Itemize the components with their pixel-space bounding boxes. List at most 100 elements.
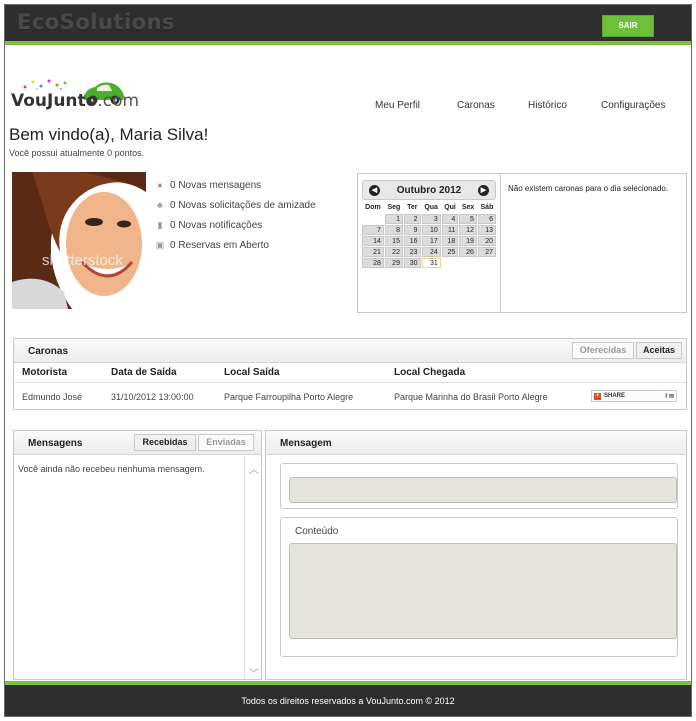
scroll-up-icon[interactable]: ︿ [249,461,259,476]
calendar-day[interactable]: 28 [362,258,384,268]
photo-watermark: shutterstock [42,252,123,269]
calendar-month: Outubro 2012 [396,185,462,196]
scrollbar-track[interactable] [244,457,245,679]
page-frame: EcoSolutions SAIR VouJunto.com Meu Perfi… [4,4,692,717]
points-text: Você possui atualmente 0 pontos. [9,148,145,158]
calendar-day[interactable]: 3 [421,214,441,224]
calendar-day[interactable]: 21 [362,247,384,257]
profile-photo: shutterstock [12,172,146,309]
calendar-empty-cell [442,258,459,268]
tab-oferecidas[interactable]: Oferecidas [572,342,634,359]
stat-friend-requests-label: 0 Novas solicitações de amizade [170,199,316,211]
calendar-day[interactable]: 18 [441,236,459,246]
mensagens-panel: Mensagens Recebidas Enviadas Você ainda … [13,430,262,680]
car-icon: ▣ [155,239,165,250]
stat-messages-label: 0 Novas mensagens [170,179,262,191]
col-motorista: Motorista [22,367,67,378]
calendar-day[interactable]: 10 [421,225,441,235]
welcome-title: Bem vindo(a), Maria Silva! [9,125,209,144]
calendar-day[interactable]: 1 [384,214,403,224]
calendar-day[interactable]: 11 [441,225,459,235]
mensagem-header: Mensagem [266,431,686,455]
calendar-empty-cell [459,258,477,268]
calendar-day[interactable]: 5 [459,214,477,224]
speech-bubble-icon: ● [157,180,163,190]
calendar-day[interactable]: 7 [362,225,384,235]
calendar-day[interactable]: 12 [459,225,477,235]
scroll-down-icon[interactable]: ﹀ [249,665,259,680]
calendar-header: ◀ Outubro 2012 ▶ [362,180,496,200]
calendar-day[interactable]: 16 [403,236,421,246]
calendar: ◀ Outubro 2012 ▶ Dom Seg Ter Qua Qui Sex Sáb 1… [362,180,496,269]
calendar-grid: Dom Seg Ter Qua Qui Sex Sáb 1 2 3 4 5 6 7 8 9 10 11 12 13 1… [361,201,497,269]
weekday-header: Ter [407,204,418,211]
logo-text: VouJunto.com [11,91,139,111]
calendar-day[interactable]: 26 [459,247,477,257]
weekday-header: Sáb [480,204,494,211]
weekday-header: Qui [444,204,456,211]
nav-caronas[interactable]: Caronas [457,100,495,111]
top-bar: EcoSolutions SAIR [5,5,691,45]
calendar-day[interactable]: 22 [384,247,403,257]
calendar-day[interactable]: 15 [384,236,403,246]
calendar-day[interactable]: 27 [477,247,496,257]
stat-notifications[interactable]: ▮ 0 Novas notificações [155,215,316,235]
tab-aceitas[interactable]: Aceitas [636,342,682,359]
calendar-day[interactable]: 14 [362,236,384,246]
content-textarea[interactable] [289,543,677,639]
cell-local-chegada: Parque Marinha do Brasil Porto Alegre [394,392,548,402]
calendar-day[interactable]: 9 [403,225,421,235]
tab-enviadas[interactable]: Enviadas [198,434,254,451]
calendar-day[interactable]: 13 [477,225,496,235]
site-logo[interactable]: VouJunto.com [11,75,139,115]
users-icon: ♣ [157,200,163,210]
calendar-day[interactable]: 20 [477,236,496,246]
stat-reservations[interactable]: ▣ 0 Reservas em Aberto [155,235,316,255]
header-divider [14,382,686,383]
logout-button[interactable]: SAIR [602,15,654,37]
calendar-day[interactable]: 25 [441,247,459,257]
stat-reservations-label: 0 Reservas em Aberto [170,239,269,251]
content-label: Conteúdo [295,526,339,537]
notification-stats: ● 0 Novas mensagens ♣ 0 Novas solicitações… [155,175,316,255]
calendar-day[interactable]: 4 [441,214,459,224]
brand-name: EcoSolutions [17,10,176,34]
prev-month-icon[interactable]: ◀ [369,185,380,196]
calendar-day[interactable]: 17 [421,236,441,246]
calendar-day[interactable]: 30 [403,258,421,268]
plus-icon: + [594,392,601,400]
nav-configuracoes[interactable]: Configurações [601,100,665,111]
calendar-day[interactable]: 8 [384,225,403,235]
calendar-day[interactable]: 2 [403,214,421,224]
social-icons: f ✉ [665,393,674,400]
cell-motorista: Edmundo José [22,392,83,402]
calendar-day[interactable]: 19 [459,236,477,246]
weekday-header: Dom [365,204,381,211]
caronas-title: Caronas [28,346,69,357]
logo-suffix: .com [97,91,140,111]
calendar-day[interactable]: 24 [421,247,441,257]
caronas-header: Caronas Oferecidas Aceitas [14,339,686,363]
col-data-saida: Data de Saída [111,367,177,378]
no-rides-message: Não existem caronas para o dia seleciona… [508,184,669,193]
stat-friend-requests[interactable]: ♣ 0 Novas solicitações de amizade [155,195,316,215]
next-month-icon[interactable]: ▶ [478,185,489,196]
footer: Todos os direitos reservados a VouJunto.… [5,681,691,716]
subject-field[interactable] [289,477,677,503]
calendar-day[interactable]: 31 [421,258,441,268]
calendar-day[interactable]: 6 [477,214,496,224]
calendar-box: ◀ Outubro 2012 ▶ Dom Seg Ter Qua Qui Sex Sáb 1… [357,173,687,313]
share-button[interactable]: + SHARE f ✉ [591,390,677,402]
footer-text: Todos os direitos reservados a VouJunto.… [241,696,455,706]
stat-messages[interactable]: ● 0 Novas mensagens [155,175,316,195]
calendar-day[interactable]: 29 [384,258,403,268]
tab-recebidas[interactable]: Recebidas [134,434,196,451]
calendar-day[interactable]: 23 [403,247,421,257]
nav-meu-perfil[interactable]: Meu Perfil [375,100,420,111]
calendar-empty-cell [362,214,384,224]
nav-historico[interactable]: Histórico [528,100,567,111]
cell-data-saida: 31/10/2012 13:00:00 [111,392,194,402]
share-label: SHARE [604,393,626,399]
no-messages-text: Você ainda não recebeu nenhuma mensagem. [18,464,205,474]
caronas-panel: Caronas Oferecidas Aceitas Motorista Dat… [13,338,687,410]
